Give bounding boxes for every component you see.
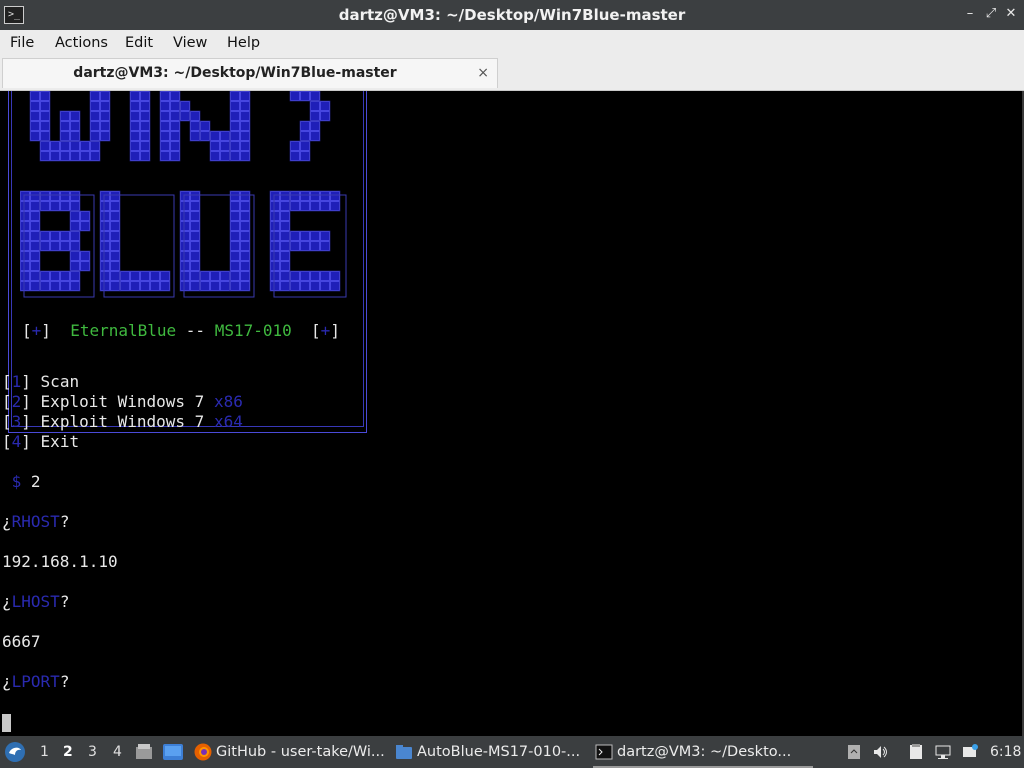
minimize-icon[interactable]: – <box>962 6 978 22</box>
shell-prompt: $ 2 <box>11 472 41 491</box>
terminal-tab[interactable]: dartz@VM3: ~/Desktop/Win7Blue-master × <box>2 58 498 88</box>
lhost-question: ¿LHOST? <box>2 592 70 611</box>
notes-tray-icon[interactable] <box>908 744 924 760</box>
task-firefox[interactable]: GitHub - user-take/Wi... <box>192 738 412 766</box>
terminal-icon <box>595 744 613 760</box>
menu-option-4: [4] Exit <box>2 432 80 451</box>
tab-label: dartz@VM3: ~/Desktop/Win7Blue-master <box>73 65 397 81</box>
taskbar: 1 2 3 4 GitHub - user-take/Wi... AutoBlu… <box>0 736 1024 768</box>
tab-bar: dartz@VM3: ~/Desktop/Win7Blue-master × <box>0 56 1024 91</box>
task-folder[interactable]: AutoBlue-MS17-010-... <box>393 738 611 766</box>
menu-bar: File Actions Edit View Help <box>0 30 1024 56</box>
lhost-value: 6667 <box>2 632 41 651</box>
show-desktop-icon[interactable] <box>163 744 183 760</box>
window-titlebar[interactable]: >_ dartz@VM3: ~/Desktop/Win7Blue-master … <box>0 0 1024 30</box>
file-manager-launcher-icon[interactable] <box>135 743 153 761</box>
window-title: dartz@VM3: ~/Desktop/Win7Blue-master <box>338 6 686 24</box>
banner-caption: [+] EternalBlue -- MS17-010 [+] <box>22 321 340 340</box>
banner-code: MS17-010 <box>214 321 292 340</box>
clock[interactable]: 6:18 <box>990 736 1021 768</box>
menu-option-2: [2] Exploit Windows 7 x86 <box>2 392 243 411</box>
banner-name: EternalBlue <box>70 321 177 340</box>
screen-share-icon[interactable] <box>962 744 978 760</box>
menu-view[interactable]: View <box>173 30 207 56</box>
network-icon[interactable] <box>935 744 951 760</box>
workspace-1[interactable]: 1 <box>40 736 49 768</box>
menu-option-1: [1] Scan <box>2 372 80 391</box>
close-window-icon[interactable]: ✕ <box>1003 6 1019 22</box>
rhost-value: 192.168.1.10 <box>2 552 118 571</box>
win7-blue-ascii-logo <box>20 91 347 298</box>
menu-file[interactable]: File <box>10 30 34 56</box>
start-menu-icon[interactable] <box>4 741 26 763</box>
rhost-question: ¿RHOST? <box>2 512 70 531</box>
menu-option-3: [3] Exploit Windows 7 x64 <box>2 412 243 431</box>
workspace-3[interactable]: 3 <box>88 736 97 768</box>
maximize-icon[interactable]: ⤢ <box>983 6 999 22</box>
tab-close-icon[interactable]: × <box>477 59 489 87</box>
lport-question: ¿LPORT? <box>2 672 70 691</box>
volume-icon[interactable] <box>873 744 889 760</box>
menu-edit[interactable]: Edit <box>125 30 153 56</box>
clipboard-tray-icon[interactable] <box>846 744 862 760</box>
folder-icon <box>396 745 412 759</box>
workspace-4[interactable]: 4 <box>113 736 122 768</box>
menu-help[interactable]: Help <box>227 30 260 56</box>
text-cursor <box>2 713 11 732</box>
menu-actions[interactable]: Actions <box>55 30 108 56</box>
task-terminal[interactable]: dartz@VM3: ~/Deskto... <box>593 738 813 768</box>
terminal-output[interactable]: [+] EternalBlue -- MS17-010 [+] [1] Scan… <box>0 91 1024 736</box>
input-line[interactable] <box>2 712 11 732</box>
workspace-2[interactable]: 2 <box>63 736 73 768</box>
firefox-icon <box>194 743 212 761</box>
